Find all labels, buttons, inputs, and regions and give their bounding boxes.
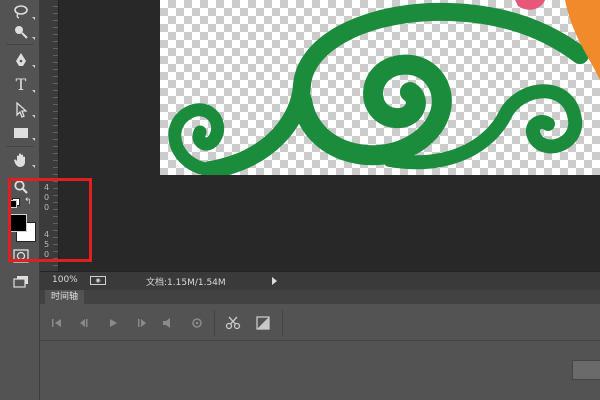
previous-frame-icon — [80, 319, 88, 327]
document-canvas[interactable] — [160, 0, 600, 175]
play-icon — [110, 319, 117, 327]
create-timeline-button[interactable] — [572, 360, 600, 380]
hand-icon — [14, 153, 25, 167]
quick-selection-icon — [15, 26, 28, 39]
timeline-tab-bar: 时间轴 — [40, 290, 600, 304]
lasso-tool[interactable] — [9, 2, 35, 22]
pen-icon — [16, 53, 26, 66]
speaker-icon — [163, 318, 170, 328]
quick-selection-tool[interactable] — [9, 22, 35, 42]
lasso-icon — [14, 5, 28, 19]
timeline-controls — [40, 306, 600, 341]
rectangle-icon — [14, 128, 28, 138]
transition-icon — [256, 316, 270, 330]
next-frame-icon — [138, 319, 146, 327]
status-info-icon[interactable]: ◉ — [90, 276, 106, 285]
screen-mode-icon — [13, 276, 28, 288]
green-swirl-ornament — [168, 0, 600, 175]
scissors-icon — [225, 316, 241, 330]
gear-icon — [192, 318, 202, 328]
zoom-level[interactable]: 100% — [52, 275, 78, 285]
split-at-playhead-button[interactable] — [224, 315, 242, 331]
next-frame-button[interactable] — [132, 315, 150, 331]
screen-mode-button[interactable] — [9, 272, 33, 292]
type-icon: T — [15, 75, 27, 94]
transition-button[interactable] — [254, 315, 272, 331]
settings-button[interactable] — [188, 315, 206, 331]
timeline-panel: 时间轴 — [40, 290, 600, 400]
first-frame-icon — [52, 319, 61, 327]
tab-timeline[interactable]: 时间轴 — [45, 290, 85, 304]
type-tool[interactable]: T — [9, 75, 35, 95]
previous-frame-button[interactable] — [76, 315, 94, 331]
status-bar: 100% ◉ 文档:1.15M/1.54M — [40, 271, 600, 291]
red-highlight-box — [8, 178, 92, 262]
document-size-info: 文档:1.15M/1.54M — [146, 278, 226, 288]
audio-button[interactable] — [158, 315, 176, 331]
play-button[interactable] — [104, 315, 122, 331]
rectangle-tool[interactable] — [9, 123, 35, 143]
path-selection-icon — [16, 102, 27, 118]
path-selection-tool[interactable] — [9, 100, 35, 120]
status-menu-arrow-icon[interactable] — [272, 277, 277, 285]
pen-tool[interactable] — [9, 50, 35, 70]
hand-tool[interactable] — [9, 150, 35, 170]
go-to-first-frame-button[interactable] — [48, 315, 66, 331]
